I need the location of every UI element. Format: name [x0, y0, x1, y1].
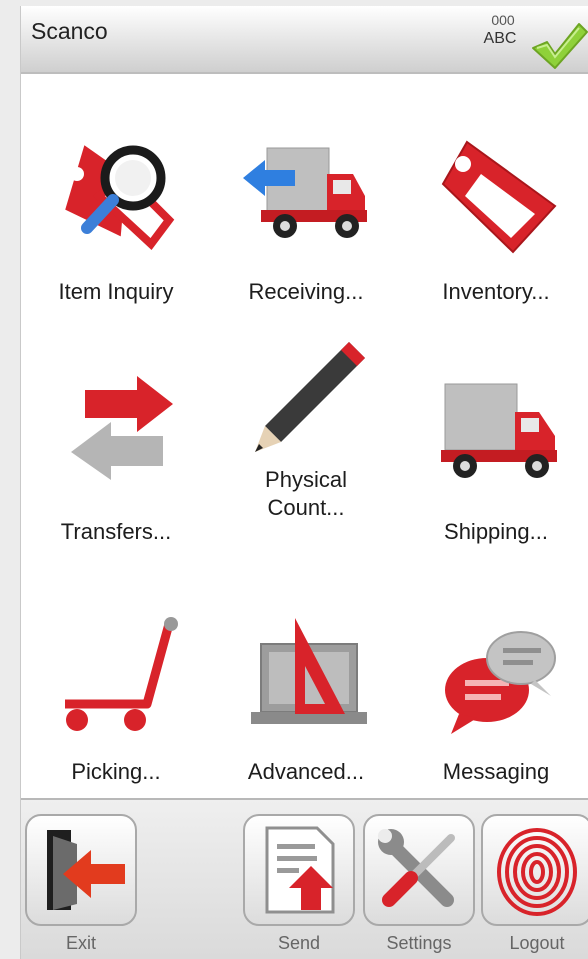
send-label: Send: [277, 933, 321, 953]
settings-button[interactable]: [363, 814, 475, 926]
title-bar: Scanco 000 ABC: [21, 6, 588, 74]
tile-label: Receiving...: [248, 279, 364, 304]
shipping-truck-icon: [441, 383, 557, 478]
tile-label: Item Inquiry: [58, 279, 174, 304]
app-title: Scanco: [31, 18, 108, 44]
exit-door-icon: [47, 830, 125, 910]
session-code-text: ABC: [483, 30, 517, 47]
tile-label: Shipping...: [444, 519, 548, 544]
hand-truck-icon: [65, 617, 178, 731]
laptop-set-square-icon: [251, 618, 367, 724]
tile-label: Messaging: [442, 759, 550, 784]
tile-label-line1: Physical: [265, 467, 347, 492]
app-window: Scanco 000 ABC Item Inquiry Receiving...…: [20, 6, 588, 959]
tile-physical-count[interactable]: Physical Count...: [211, 316, 401, 556]
transfer-arrows-icon: [71, 376, 173, 480]
logout-label: Logout: [509, 933, 565, 953]
price-tag-icon: [441, 140, 557, 254]
settings-label: Settings: [386, 933, 452, 953]
wrench-screwdriver-icon: [378, 829, 455, 907]
fingerprint-icon: [497, 828, 577, 916]
receiving-truck-icon: [243, 147, 367, 238]
tile-inventory[interactable]: Inventory...: [401, 76, 588, 316]
send-button[interactable]: [243, 814, 355, 926]
tile-picking[interactable]: Picking...: [21, 556, 211, 796]
bottom-toolbar: Exit Send Settings Logout: [21, 798, 588, 959]
exit-button[interactable]: [25, 814, 137, 926]
tile-transfers[interactable]: Transfers...: [21, 316, 211, 556]
tile-label: Picking...: [71, 759, 161, 784]
tile-label: Advanced...: [247, 759, 365, 784]
tile-label: Inventory...: [442, 279, 550, 304]
tile-advanced[interactable]: Advanced...: [211, 556, 401, 796]
checkmark-icon[interactable]: [529, 20, 588, 72]
tile-shipping[interactable]: Shipping...: [401, 316, 588, 556]
tile-label: Transfers...: [60, 519, 172, 544]
exit-label: Exit: [65, 933, 96, 953]
pencil-icon: [255, 342, 365, 452]
send-document-icon: [265, 826, 335, 914]
session-code-number: 000: [491, 12, 515, 28]
tile-receiving[interactable]: Receiving...: [211, 76, 401, 316]
tile-label-line2: Count...: [267, 495, 345, 520]
tag-magnifier-icon: [65, 145, 175, 250]
menu-grid: Item Inquiry Receiving... Inventory... T…: [21, 76, 588, 798]
chat-bubbles-icon: [445, 631, 556, 734]
tile-item-inquiry[interactable]: Item Inquiry: [21, 76, 211, 316]
logout-button[interactable]: [481, 814, 588, 926]
tile-messaging[interactable]: Messaging: [401, 556, 588, 796]
